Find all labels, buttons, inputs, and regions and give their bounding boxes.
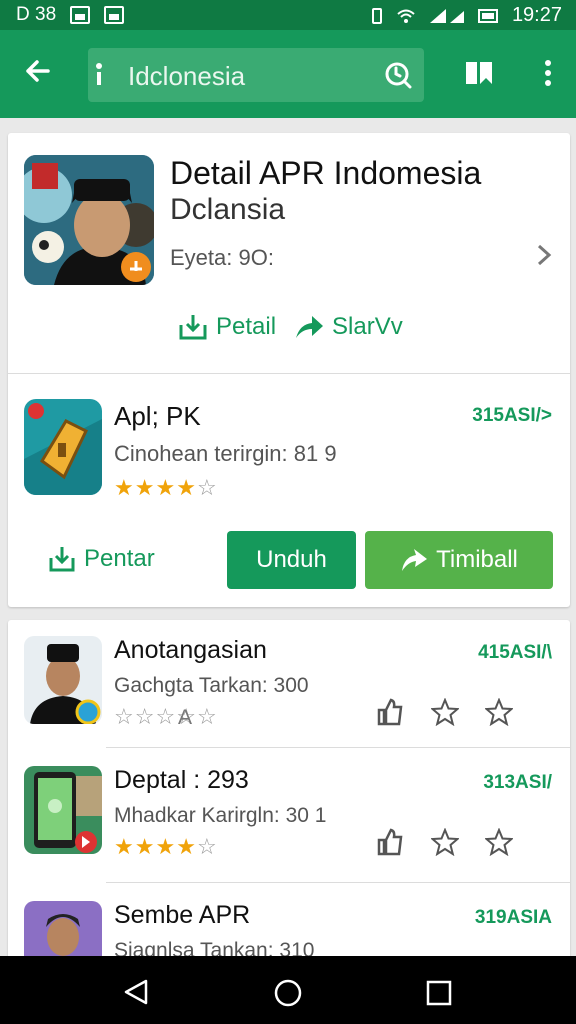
star-filled-icon: ★ <box>176 834 196 859</box>
wifi-icon <box>397 9 415 23</box>
share-label: SlarVv <box>332 313 403 340</box>
app-rating: ★ ★ ★ ★ ☆ <box>114 836 217 858</box>
timball-label: Timiball <box>436 546 518 573</box>
featured-subtitle: Dclansia <box>170 193 286 226</box>
star-empty-icon: ☆ <box>196 834 217 859</box>
search-query[interactable]: Idclonesia <box>128 61 245 92</box>
pentar-label: Pentar <box>84 545 155 572</box>
app-description: Gachgta Tarkan: 300 <box>114 674 309 697</box>
featured-card: Detail APR Indomesia Dclansia Eyeta: 9O:… <box>8 133 570 607</box>
star-filled-icon: ★ <box>155 834 176 859</box>
status-left-text: D 38 <box>16 4 57 25</box>
star-filled-icon: ★ <box>176 475 196 500</box>
star-outline-icon[interactable] <box>485 828 513 856</box>
star-filled-icon: ★ <box>114 834 134 859</box>
rating-suffix: A <box>178 706 193 729</box>
location-icon <box>96 63 102 85</box>
star-filled-icon: ★ <box>134 475 155 500</box>
star-filled-icon: ★ <box>114 475 134 500</box>
gallery-notification-icon <box>70 6 91 24</box>
vibrate-icon <box>371 7 382 24</box>
status-time: 19:27 <box>511 4 562 26</box>
star-empty-icon: ☆ <box>196 704 217 729</box>
photo-notification-icon <box>104 6 125 24</box>
app-list-card: Anotangasian Gachgta Tarkan: 300 415ASI/… <box>8 620 570 989</box>
detail-button[interactable]: Petail <box>178 313 276 341</box>
nav-home-icon[interactable] <box>273 978 303 1008</box>
divider <box>106 747 570 748</box>
download-icon <box>179 315 207 340</box>
navigation-bar <box>0 956 576 1024</box>
featured-meta: Eyeta: 9O: <box>170 245 274 270</box>
share-icon <box>296 316 324 338</box>
app-price: 415ASI/\ <box>478 642 552 663</box>
thumbs-icon[interactable] <box>376 828 404 856</box>
featured-title[interactable]: Detail APR Indomesia <box>170 155 481 192</box>
chevron-right-icon[interactable] <box>535 243 553 267</box>
app-icon-image[interactable] <box>24 399 102 495</box>
signal-icon <box>429 8 464 23</box>
leaf-icon <box>402 549 428 571</box>
book-icon[interactable] <box>464 58 494 88</box>
app-name[interactable]: Apl; PK <box>114 401 201 432</box>
star-outline-icon[interactable] <box>431 828 459 856</box>
app-bar: Idclonesia <box>0 30 576 118</box>
star-outline-icon[interactable] <box>485 698 513 726</box>
star-empty-icon: ☆ <box>155 704 176 729</box>
more-options-icon[interactable] <box>536 58 560 88</box>
app-thumbnail[interactable] <box>24 636 102 724</box>
featured-app-image[interactable] <box>24 155 154 285</box>
nav-recents-icon[interactable] <box>426 980 452 1006</box>
featured-actions: Petail SlarVv <box>178 313 403 341</box>
star-filled-icon: ★ <box>134 834 155 859</box>
back-arrow-icon[interactable] <box>22 56 52 86</box>
battery-icon <box>477 8 498 23</box>
list-item[interactable]: Anotangasian Gachgta Tarkan: 300 415ASI/… <box>8 620 570 750</box>
status-bar: D 38 19:27 <box>0 0 576 30</box>
unduh-label: Unduh <box>256 546 327 573</box>
star-empty-icon: ☆ <box>134 704 155 729</box>
app-description: Cinohean terirgin: 81 9 <box>114 441 337 466</box>
list-item[interactable]: Deptal : 293 Mhadkar Karirgln: 30 1 313A… <box>8 750 570 880</box>
app-rating: ★ ★ ★ ★ ☆ <box>114 477 217 499</box>
download-icon <box>49 547 75 572</box>
divider <box>106 882 570 883</box>
thumbs-icon[interactable] <box>376 698 404 726</box>
timball-button[interactable]: Timiball <box>365 531 553 589</box>
app-name[interactable]: Sembe APR <box>114 901 250 930</box>
share-button[interactable]: SlarVv <box>294 313 403 341</box>
app-description: Mhadkar Karirgln: 30 1 <box>114 804 327 827</box>
app-price: 315ASI/> <box>472 405 552 426</box>
unduh-button[interactable]: Unduh <box>227 531 356 589</box>
app-name[interactable]: Deptal : 293 <box>114 766 249 795</box>
app-thumbnail[interactable] <box>24 766 102 854</box>
search-icon[interactable] <box>384 61 412 89</box>
app-rating: ☆ ☆ ☆ ☆ ☆ <box>114 706 217 728</box>
star-outline-icon[interactable] <box>431 698 459 726</box>
app-name[interactable]: Anotangasian <box>114 636 267 665</box>
star-empty-icon: ☆ <box>196 475 217 500</box>
app-price: 313ASI/ <box>483 772 552 793</box>
star-filled-icon: ★ <box>155 475 176 500</box>
search-box[interactable]: Idclonesia <box>88 48 424 102</box>
pentar-button[interactable]: Pentar <box>48 545 155 573</box>
nav-back-icon[interactable] <box>122 978 150 1006</box>
app-price: 319ASIA <box>474 907 552 928</box>
detail-label: Petail <box>216 313 277 340</box>
divider <box>8 373 570 374</box>
star-empty-icon: ☆ <box>114 704 134 729</box>
